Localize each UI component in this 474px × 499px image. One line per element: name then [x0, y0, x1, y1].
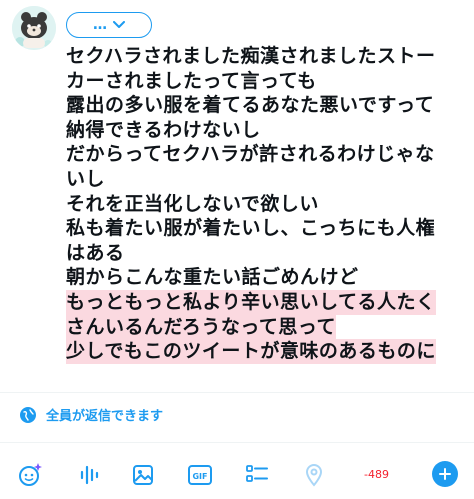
audio-wave-icon — [80, 465, 99, 485]
tweet-line: だからってセクハラが許されるわけじゃな — [66, 143, 435, 166]
audience-label: … — [93, 17, 107, 33]
tweet-line: それを正当化しないで欲しい — [66, 192, 319, 215]
plus-icon — [439, 468, 451, 480]
gif-label: GIF — [192, 472, 207, 481]
overflow-text-line: もっともっと私より辛い思いしてる人たく — [66, 289, 436, 315]
composer-toolbar: GIF — [0, 452, 474, 496]
gif-button[interactable]: GIF — [186, 462, 214, 488]
tweet-line: 納得できるわけないし — [66, 118, 261, 141]
location-button[interactable] — [300, 462, 328, 488]
tweet-text-area[interactable]: セクハラされました痴漢されましたストー カーされましたって言っても 露出の多い服… — [66, 44, 466, 364]
audience-selector-button[interactable]: … — [66, 12, 152, 38]
tweet-line: 朝からこんな重たい話ごめんけど — [66, 266, 359, 289]
tweet-line: 私も着たい服が着たいし、こっちにも人権 — [66, 217, 436, 240]
add-thread-button[interactable] — [432, 461, 458, 487]
tweet-line: 露出の多い服を着てるあなた悪いですって — [66, 94, 435, 117]
avatar[interactable] — [12, 6, 56, 50]
image-button[interactable] — [129, 462, 157, 488]
tweet-line: いし — [66, 167, 106, 190]
tweet-line: カーされましたって言っても — [66, 69, 317, 92]
overflow-text-line: 少しでもこのツイートが意味のあるものに — [66, 339, 436, 364]
divider — [0, 442, 474, 443]
overflow-text-line: さんいるんだろうなって思って — [66, 314, 336, 340]
location-icon — [305, 464, 323, 487]
ai-compose-button[interactable] — [16, 462, 44, 488]
reply-setting-label: 全員が返信できます — [46, 409, 164, 424]
gif-icon: GIF — [188, 465, 212, 485]
tweet-line: セクハラされました痴漢されましたストー — [66, 45, 436, 67]
divider — [0, 392, 474, 393]
globe-icon — [20, 406, 36, 423]
poll-icon — [246, 465, 268, 482]
chevron-down-icon — [113, 21, 125, 28]
character-count: -489 — [364, 468, 389, 481]
image-icon — [133, 465, 153, 485]
tweet-line: はある — [66, 241, 125, 264]
audio-button[interactable] — [76, 462, 104, 488]
reply-setting-button[interactable]: 全員が返信できます — [20, 405, 163, 424]
sparkle-ai-icon — [19, 463, 42, 486]
poll-button[interactable] — [243, 462, 271, 488]
